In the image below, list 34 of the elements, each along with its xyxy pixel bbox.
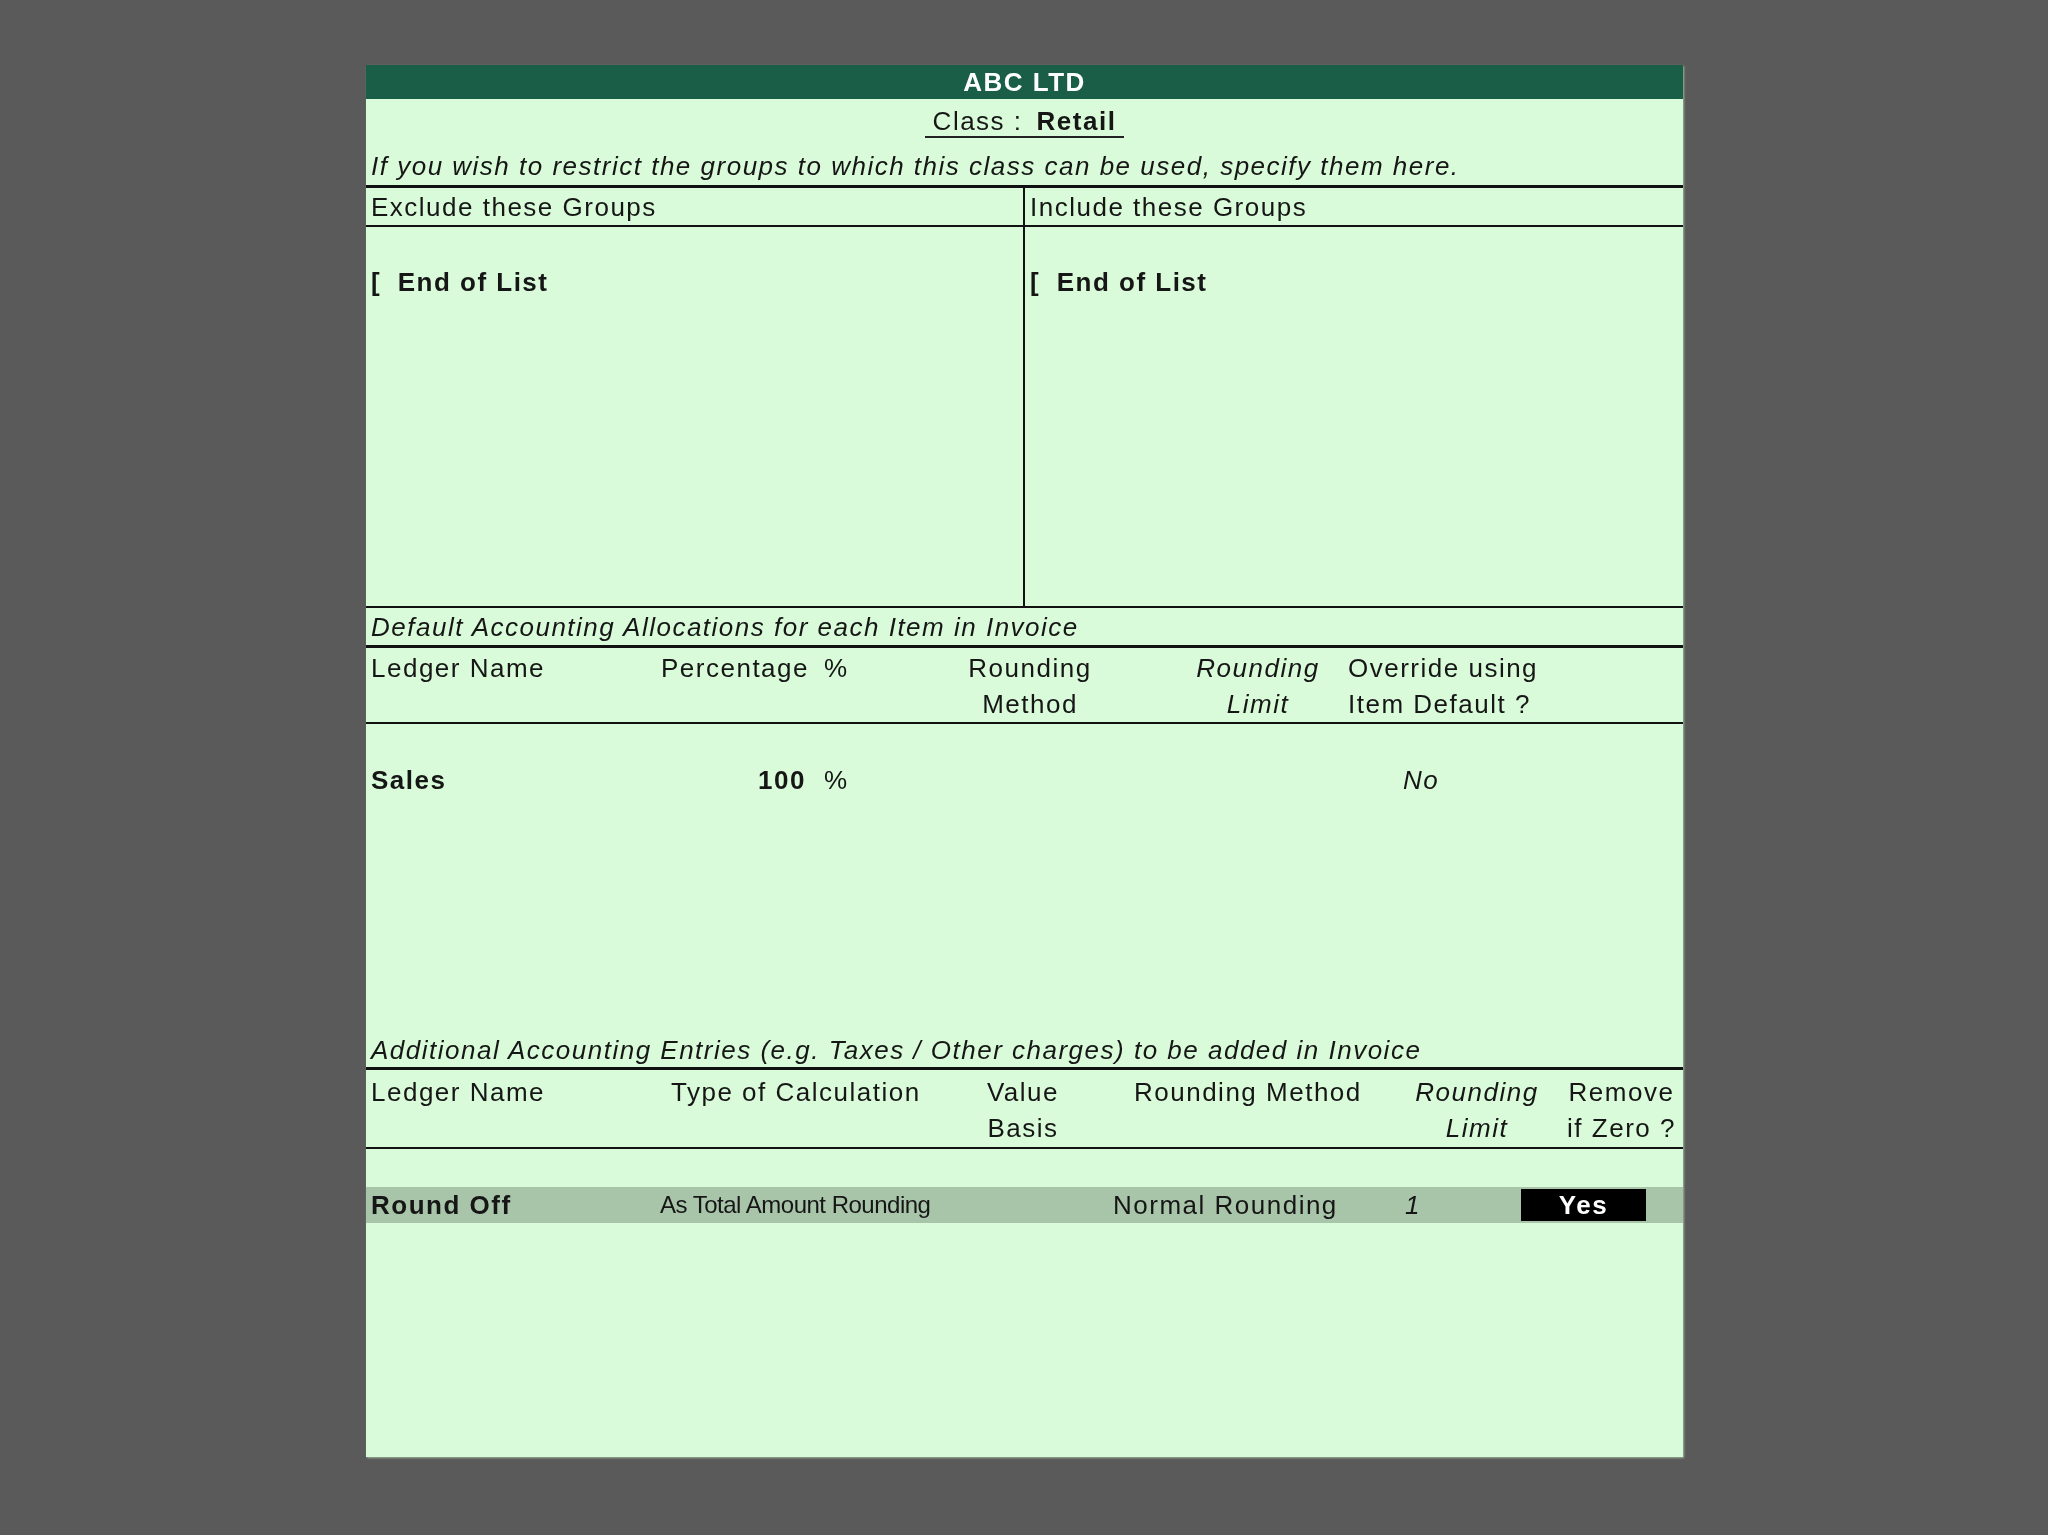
class-label: Class : — [932, 106, 1023, 136]
column-header: Ledger Name — [371, 1076, 547, 1109]
table-cell-text: No — [1402, 764, 1441, 797]
column-header: % — [824, 652, 850, 685]
section-title: Additional Accounting Entries (e.g. Taxes / Other charges) to be added in Invoice — [371, 1034, 1422, 1065]
list-marker: [ — [1030, 267, 1039, 297]
table-cell-text: 1 — [1405, 1189, 1422, 1221]
column-header: Ledger Name — [371, 652, 547, 685]
section-title: Default Accounting Allocations for each Item in Invoice — [371, 611, 1079, 642]
column-header: Rounding Limit — [1195, 652, 1321, 721]
table-row[interactable]: Round Off As Total Amount Rounding Normal Rounding 1 Yes — [366, 1187, 1683, 1223]
column-header: Value Basis — [985, 1076, 1061, 1145]
instruction-text: If you wish to restrict the groups to which this class can be used, specify them here. — [371, 150, 1460, 181]
column-header: Rounding Method — [967, 652, 1093, 721]
table-cell-text: Round Off — [371, 1189, 513, 1221]
column-header: Rounding Limit — [1414, 1076, 1540, 1145]
list-item[interactable]: End of List — [1056, 267, 1208, 297]
remove-if-zero-field[interactable]: Yes — [1521, 1189, 1646, 1221]
table-cell-text: 100 — [757, 764, 806, 797]
column-header: Override using Item Default ? — [1348, 652, 1540, 721]
column-header: Include these Groups — [1030, 191, 1308, 222]
table-cell-text: Normal Rounding — [1113, 1189, 1339, 1221]
column-header: Rounding Method — [1134, 1076, 1363, 1109]
table-cell-text: As Total Amount Rounding — [660, 1190, 932, 1220]
company-title: ABC LTD — [963, 67, 1086, 97]
column-header: Type of Calculation — [671, 1076, 922, 1109]
column-header: Remove if Zero ? — [1566, 1076, 1677, 1145]
class-name: Retail — [1036, 106, 1117, 136]
column-header: Exclude these Groups — [371, 191, 657, 222]
list-marker: [ — [371, 267, 380, 297]
table-cell-text: Sales — [371, 764, 448, 797]
table-cell-text: % — [824, 764, 850, 797]
list-item[interactable]: End of List — [397, 267, 549, 297]
column-header: Percentage — [661, 652, 806, 685]
